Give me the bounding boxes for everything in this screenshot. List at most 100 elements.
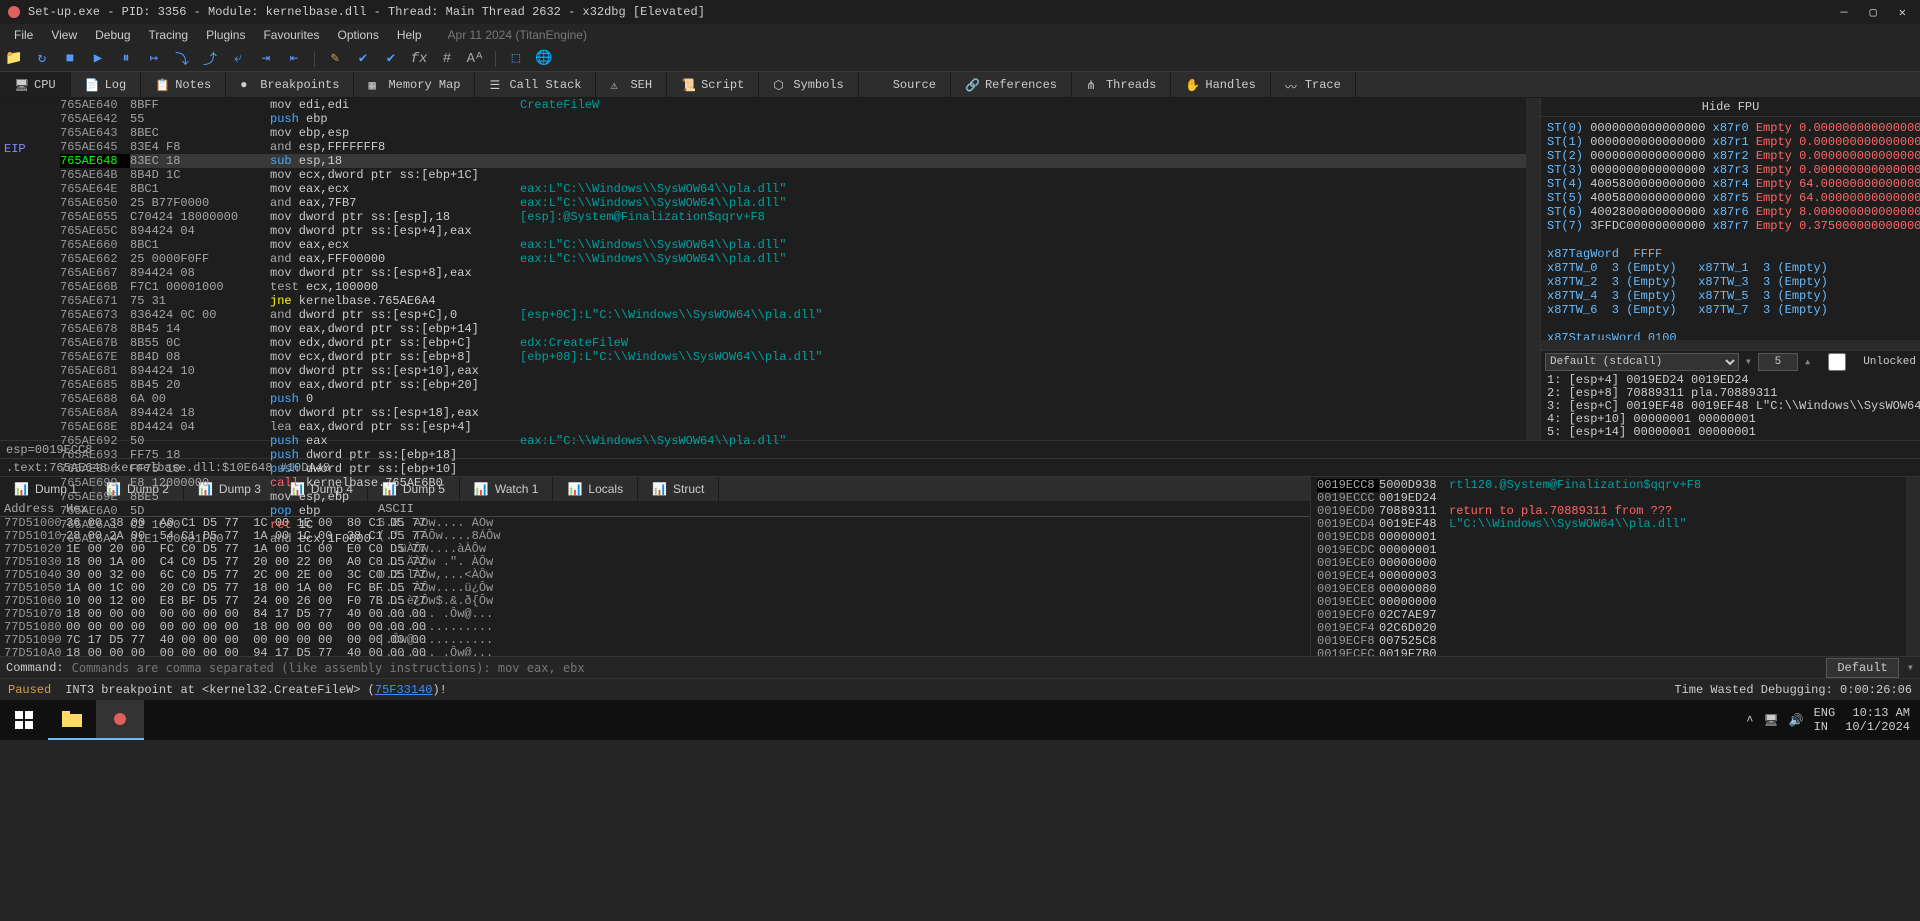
settings-icon[interactable]: ⬚ [508, 51, 524, 67]
restart-icon[interactable]: ↻ [34, 51, 50, 67]
argument-list[interactable]: 1: [esp+4] 0019ED24 0019ED242: [esp+8] 7… [1541, 372, 1920, 440]
tray-lang[interactable]: ENGIN [1814, 706, 1836, 734]
minimize-button[interactable]: — [1840, 5, 1847, 20]
fpu-registers[interactable]: ST(0) 0000000000000000 x87r0 Empty 0.000… [1541, 117, 1920, 340]
tab-log[interactable]: 📄Log [71, 72, 142, 97]
stepover-icon[interactable]: ⤵ [174, 51, 190, 67]
tab-memory-map[interactable]: ▦Memory Map [354, 72, 475, 97]
tab-threads[interactable]: ⋔Threads [1072, 72, 1171, 97]
tab-notes[interactable]: 📋Notes [141, 72, 226, 97]
menu-file[interactable]: File [6, 26, 41, 44]
reg-hscroll[interactable] [1541, 340, 1920, 350]
tab-breakpoints[interactable]: ●Breakpoints [226, 72, 354, 97]
close-button[interactable]: ✕ [1899, 5, 1906, 20]
disasm-row[interactable]: 765AE65C894424 04mov dword ptr ss:[esp+4… [60, 224, 1526, 238]
tab-cpu[interactable]: 🖥CPU [0, 72, 71, 97]
disasm-row[interactable]: 765AE64255push ebp [60, 112, 1526, 126]
menu-view[interactable]: View [43, 26, 85, 44]
stepback-icon[interactable]: ⤶ [230, 51, 246, 67]
font-icon[interactable]: Aᴬ [467, 51, 483, 67]
tab-trace[interactable]: 〰Trace [1271, 72, 1356, 97]
disasm-row[interactable]: 765AE693FF75 18push dword ptr ss:[ebp+18… [60, 448, 1526, 462]
hash-icon[interactable]: # [439, 51, 455, 67]
explorer-icon[interactable] [48, 700, 96, 740]
tab-script[interactable]: 📜Script [667, 72, 759, 97]
stepin-icon[interactable]: ↦ [146, 51, 162, 67]
disasm-row[interactable]: 765AE64883EC 18sub esp,18 [60, 154, 1526, 168]
status-link[interactable]: 75F33140 [375, 683, 433, 697]
hide-fpu-button[interactable]: Hide FPU [1541, 98, 1920, 117]
disasm-row[interactable]: 765AE6608BC1mov eax,ecxeax:L"C:\\Windows… [60, 238, 1526, 252]
disasm-row[interactable]: 765AE69E8BE5mov esp,ebp [60, 490, 1526, 504]
calc-icon[interactable]: fx [411, 51, 427, 67]
open-icon[interactable]: 📁 [6, 51, 22, 67]
menu-favourites[interactable]: Favourites [255, 26, 327, 44]
menu-help[interactable]: Help [389, 26, 430, 44]
spin-down-icon[interactable]: ▾ [1745, 354, 1752, 369]
disasm-row[interactable]: 765AE6A481E1 00001F00and ecx,1F0000 [60, 532, 1526, 546]
patch-icon[interactable]: ✎ [327, 51, 343, 67]
disasm-row[interactable]: 765AE68E8D4424 04lea eax,dword ptr ss:[e… [60, 420, 1526, 434]
default-button[interactable]: Default [1826, 658, 1898, 678]
unlocked-checkbox[interactable] [1817, 353, 1857, 371]
pause-icon[interactable]: ⏸ [118, 51, 134, 67]
disasm-row[interactable]: 765AE655C70424 18000000mov dword ptr ss:… [60, 210, 1526, 224]
menu-plugins[interactable]: Plugins [198, 26, 253, 44]
disasm-row[interactable]: 765AE66225 0000F0FFand eax,FFF00000eax:L… [60, 252, 1526, 266]
disasm-row[interactable]: 765AE6858B45 20mov eax,dword ptr ss:[ebp… [60, 378, 1526, 392]
tab-call-stack[interactable]: ☰Call Stack [475, 72, 596, 97]
spin-up-icon[interactable]: ▴ [1804, 354, 1811, 369]
about-icon[interactable]: 🌐 [536, 51, 552, 67]
x32dbg-task-icon[interactable] [96, 700, 144, 740]
disasm-row[interactable]: 765AE673836424 0C 00and dword ptr ss:[es… [60, 308, 1526, 322]
disasm-row[interactable]: 765AE6788B45 14mov eax,dword ptr ss:[ebp… [60, 322, 1526, 336]
disasm-row[interactable]: 765AE6A05Dpop ebp [60, 504, 1526, 518]
disasm-row[interactable]: 765AE696FF75 10push dword ptr ss:[ebp+10… [60, 462, 1526, 476]
callconv-select[interactable]: Default (stdcall) [1545, 353, 1739, 371]
dump-row[interactable]: 77D510A018 00 00 00 00 00 00 00 94 17 D5… [4, 647, 1306, 656]
command-input[interactable] [72, 661, 1819, 675]
tab-symbols[interactable]: ⬡Symbols [759, 72, 858, 97]
disasm-row[interactable]: 765AE68A894424 18mov dword ptr ss:[esp+1… [60, 406, 1526, 420]
stop-icon[interactable]: ■ [62, 51, 78, 67]
disasm-scrollbar[interactable] [1526, 98, 1540, 440]
tab-source[interactable]: Source [859, 72, 951, 97]
trace-icon[interactable]: ⇥ [258, 51, 274, 67]
tray-network-icon[interactable]: 🖥 [1763, 713, 1778, 728]
stepout-icon[interactable]: ⤴ [202, 51, 218, 67]
disasm-row[interactable]: 765AE66BF7C1 00001000test ecx,100000 [60, 280, 1526, 294]
disasm-row[interactable]: 765AE64583E4 F8and esp,FFFFFFF8 [60, 140, 1526, 154]
disasm-row[interactable]: 765AE6438BECmov ebp,esp [60, 126, 1526, 140]
start-button[interactable] [0, 700, 48, 740]
runto-icon[interactable]: ⇤ [286, 51, 302, 67]
tab-seh[interactable]: ⚠SEH [596, 72, 667, 97]
maximize-button[interactable]: ▢ [1870, 5, 1877, 20]
tab-handles[interactable]: ✋Handles [1171, 72, 1270, 97]
disasm-row[interactable]: 765AE6A1C2 1C00ret 1C [60, 518, 1526, 532]
menu-tracing[interactable]: Tracing [141, 26, 197, 44]
disasm-row[interactable]: 765AE69250push eaxeax:L"C:\\Windows\\Sys… [60, 434, 1526, 448]
disasm-row[interactable]: 765AE699E8 12000000call kernelbase.765AE… [60, 476, 1526, 490]
bookmark-icon[interactable]: ✔ [383, 51, 399, 67]
disasm-row[interactable]: 765AE67E8B4D 08mov ecx,dword ptr ss:[ebp… [60, 350, 1526, 364]
comment-icon[interactable]: ✔ [355, 51, 371, 67]
disasm-row[interactable]: 765AE65025 B77F0000and eax,7FB7eax:L"C:\… [60, 196, 1526, 210]
tray-clock[interactable]: 10:13 AM 10/1/2024 [1845, 706, 1910, 734]
arg-count-input[interactable] [1758, 353, 1798, 371]
disasm-row[interactable]: 765AE6408BFFmov edi,ediCreateFileW [60, 98, 1526, 112]
disasm-row[interactable]: 765AE64E8BC1mov eax,ecxeax:L"C:\\Windows… [60, 182, 1526, 196]
tray-chevron-icon[interactable]: ˄ [1746, 713, 1753, 727]
disasm-row[interactable]: 765AE67175 31jne kernelbase.765AE6A4 [60, 294, 1526, 308]
disasm-row[interactable]: 765AE681894424 10mov dword ptr ss:[esp+1… [60, 364, 1526, 378]
stack-scrollbar[interactable] [1906, 477, 1920, 656]
disasm-row[interactable]: 765AE67B8B55 0Cmov edx,dword ptr ss:[ebp… [60, 336, 1526, 350]
disasm-row[interactable]: 765AE667894424 08mov dword ptr ss:[esp+8… [60, 266, 1526, 280]
stack-row[interactable]: 0019ECFC0019F7B0 [1317, 648, 1900, 656]
disasm-row[interactable]: 765AE64B8B4D 1Cmov ecx,dword ptr ss:[ebp… [60, 168, 1526, 182]
dropdown-icon[interactable]: ▾ [1907, 660, 1914, 675]
tray-volume-icon[interactable]: 🔊 [1789, 713, 1804, 728]
disasm-row[interactable]: 765AE6886A 00push 0 [60, 392, 1526, 406]
arg-row[interactable]: 5: [esp+14] 00000001 00000001 [1547, 426, 1914, 439]
run-icon[interactable]: ▶ [90, 51, 106, 67]
menu-debug[interactable]: Debug [87, 26, 138, 44]
